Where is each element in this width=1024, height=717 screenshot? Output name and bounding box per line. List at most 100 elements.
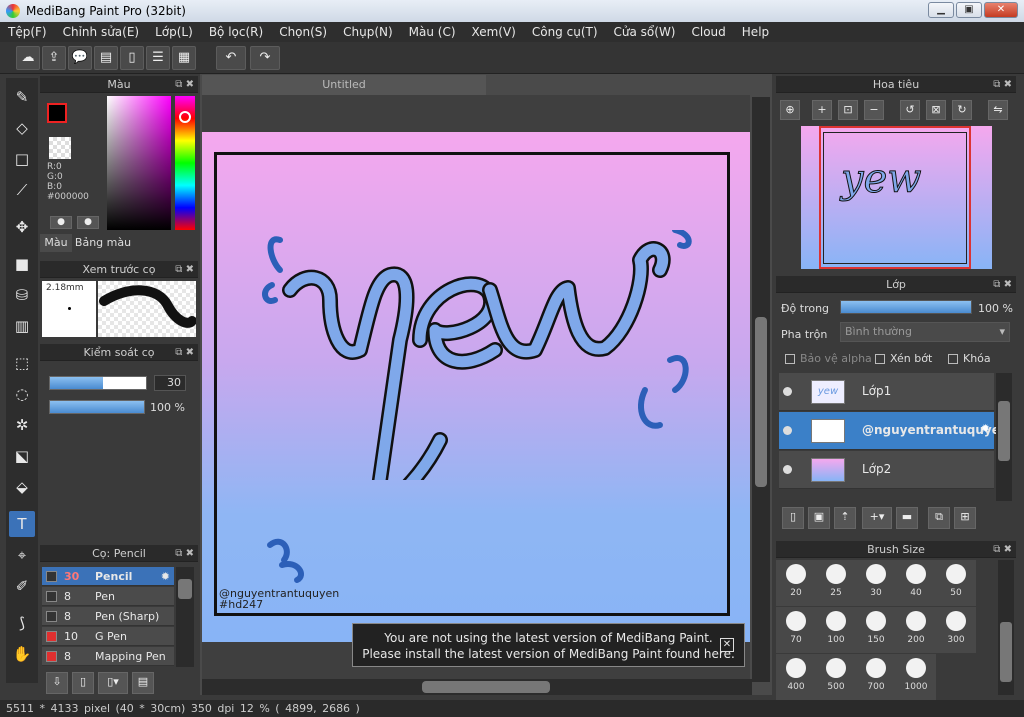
- menu-window[interactable]: Cửa sổ(W): [606, 25, 684, 39]
- select-eraser-icon[interactable]: ⬙: [9, 474, 35, 500]
- add-brush-menu-icon[interactable]: ▯▾: [98, 672, 128, 694]
- bucket-tool-icon[interactable]: ⛁: [9, 282, 35, 308]
- zoom-actual-icon[interactable]: ⊕: [780, 100, 800, 120]
- fit-view-icon[interactable]: ⊡: [838, 100, 858, 120]
- clipping-checkbox[interactable]: [875, 354, 885, 364]
- flip-icon[interactable]: ⇋: [988, 100, 1008, 120]
- merge-layer-icon[interactable]: ⊞: [954, 507, 976, 529]
- chat-icon[interactable]: 💬: [68, 46, 92, 70]
- fill-rect-tool-icon[interactable]: ■: [9, 251, 35, 277]
- menu-view[interactable]: Xem(V): [464, 25, 524, 39]
- brush-size-option[interactable]: 100: [816, 607, 856, 653]
- menu-file[interactable]: Tệp(F): [0, 25, 55, 39]
- eye-icon[interactable]: [783, 426, 792, 435]
- magic-wand-icon[interactable]: ✲: [9, 412, 35, 438]
- brush-size-option[interactable]: 500: [816, 654, 856, 700]
- dot-tool-icon[interactable]: ⟋: [9, 177, 35, 203]
- protect-alpha-checkbox[interactable]: [785, 354, 795, 364]
- layer-opacity-slider[interactable]: [840, 300, 972, 314]
- gear-icon[interactable]: ✹: [981, 422, 990, 435]
- comment-icon[interactable]: ▤: [94, 46, 118, 70]
- brush-size-option[interactable]: 700: [856, 654, 896, 700]
- menu-snap[interactable]: Chụp(N): [335, 25, 401, 39]
- color-picker-icon[interactable]: ●: [77, 216, 99, 229]
- panel-icon[interactable]: ☰: [146, 46, 170, 70]
- menu-color[interactable]: Màu (C): [401, 25, 464, 39]
- brush-size-option[interactable]: 40: [896, 560, 936, 606]
- new-brush-icon[interactable]: ▯: [72, 672, 94, 694]
- brush-opacity-slider[interactable]: [49, 400, 145, 414]
- brush-item-g-pen[interactable]: 10 G Pen: [42, 627, 174, 646]
- brush-size-option[interactable]: 25: [816, 560, 856, 606]
- menu-edit[interactable]: Chỉnh sửa(E): [55, 25, 148, 39]
- eyedropper-tool-icon[interactable]: ⟆: [9, 610, 35, 636]
- transparent-swatch[interactable]: [49, 137, 71, 159]
- brush-size-option[interactable]: 50: [936, 560, 976, 606]
- color-add-icon[interactable]: ●: [50, 216, 72, 229]
- hue-handle[interactable]: [179, 111, 191, 123]
- cloud-icon[interactable]: ☁: [16, 46, 40, 70]
- panel-popout-close-icon[interactable]: ⧉ ✖: [175, 545, 194, 562]
- brush-settings-icon[interactable]: ▤: [132, 672, 154, 694]
- rotate-left-icon[interactable]: ↺: [900, 100, 920, 120]
- layer-row[interactable]: @nguyentrantuquyen ✹: [779, 412, 1008, 450]
- panel-popout-close-icon[interactable]: ⧉ ✖: [175, 344, 194, 361]
- brush-size-option[interactable]: 200: [896, 607, 936, 653]
- tab-color[interactable]: Màu: [40, 234, 72, 252]
- zoom-in-icon[interactable]: +: [812, 100, 832, 120]
- brush-size-slider[interactable]: [49, 376, 147, 390]
- notice-close-icon[interactable]: ✕: [720, 638, 734, 652]
- rectangle-tool-icon[interactable]: □: [9, 146, 35, 172]
- brush-size-option[interactable]: 400: [776, 654, 816, 700]
- brush-item-mapping-pen[interactable]: 8 Mapping Pen: [42, 647, 174, 666]
- horizontal-scroll-thumb[interactable]: [422, 681, 550, 693]
- new-halftone-layer-icon[interactable]: ▣: [808, 507, 830, 529]
- zoom-out-icon[interactable]: −: [864, 100, 884, 120]
- panel-popout-close-icon[interactable]: ⧉ ✖: [993, 541, 1012, 558]
- folder-icon[interactable]: ▬: [896, 507, 918, 529]
- blend-mode-select[interactable]: Bình thường ▾: [840, 322, 1010, 342]
- eye-icon[interactable]: [783, 465, 792, 474]
- brush-tool-icon[interactable]: ✎: [9, 84, 35, 110]
- lasso-tool-icon[interactable]: ◌: [9, 381, 35, 407]
- panel-popout-close-icon[interactable]: ⧉ ✖: [993, 276, 1012, 293]
- document-tab[interactable]: Untitled: [202, 75, 486, 95]
- brush-size-option[interactable]: 20: [776, 560, 816, 606]
- foreground-color-swatch[interactable]: [47, 103, 67, 123]
- reset-rotate-icon[interactable]: ⊠: [926, 100, 946, 120]
- canvas-vertical-scrollbar[interactable]: [752, 97, 770, 682]
- panel-popout-close-icon[interactable]: ⧉ ✖: [993, 76, 1012, 93]
- new-layer-icon[interactable]: ▯: [782, 507, 804, 529]
- menu-help[interactable]: Help: [734, 25, 777, 39]
- select-rect-icon[interactable]: ⬚: [9, 350, 35, 376]
- page-icon[interactable]: ▯: [120, 46, 144, 70]
- panel-popout-close-icon[interactable]: ⧉ ✖: [175, 76, 194, 93]
- gear-icon[interactable]: ✹: [161, 567, 170, 586]
- vertical-scroll-thumb[interactable]: [755, 317, 767, 487]
- minimize-button[interactable]: ▁: [928, 2, 954, 18]
- text-tool-icon[interactable]: T: [9, 511, 35, 537]
- menu-cloud[interactable]: Cloud: [684, 25, 734, 39]
- canvas-horizontal-scrollbar[interactable]: [202, 679, 752, 695]
- rotate-right-icon[interactable]: ↻: [952, 100, 972, 120]
- brush-list-scrollbar[interactable]: [176, 567, 194, 667]
- menu-select[interactable]: Chọn(S): [271, 25, 335, 39]
- brush-size-option[interactable]: 300: [936, 607, 976, 653]
- layers-scrollbar[interactable]: [996, 373, 1012, 501]
- lock-checkbox[interactable]: [948, 354, 958, 364]
- brush-size-option[interactable]: 150: [856, 607, 896, 653]
- menu-layer[interactable]: Lớp(L): [147, 25, 201, 39]
- menu-tools[interactable]: Công cụ(T): [524, 25, 606, 39]
- hand-tool-icon[interactable]: ✋: [9, 641, 35, 667]
- operation-tool-icon[interactable]: ⌖: [9, 542, 35, 568]
- duplicate-layer-icon[interactable]: ⧉: [928, 507, 950, 529]
- layer-row[interactable]: yew Lớp1: [779, 373, 994, 411]
- select-pen-icon[interactable]: ⬕: [9, 443, 35, 469]
- brush-size-option[interactable]: 70: [776, 607, 816, 653]
- redo-icon[interactable]: ↷: [250, 46, 280, 70]
- eye-icon[interactable]: [783, 387, 792, 396]
- add-layer-menu-icon[interactable]: +▾: [862, 507, 892, 529]
- color-saturation-field[interactable]: [107, 96, 171, 230]
- divide-tool-icon[interactable]: ✐: [9, 573, 35, 599]
- brush-size-scrollbar[interactable]: [998, 560, 1014, 695]
